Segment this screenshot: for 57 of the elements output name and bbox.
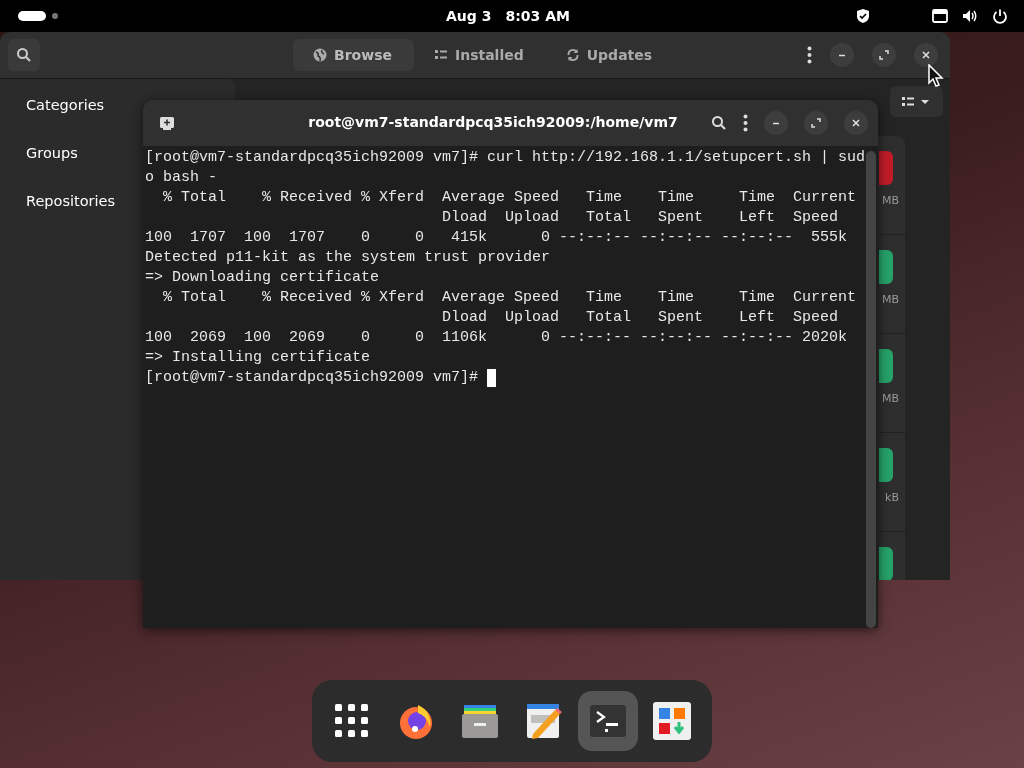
app-action-button[interactable] [879,250,893,284]
app-action-button[interactable] [879,547,893,580]
scrollbar[interactable] [866,151,876,628]
search-icon [711,115,727,131]
menu-icon[interactable] [807,46,812,64]
search-button[interactable] [8,39,40,71]
app-store-icon [652,701,692,741]
view-toggle-button[interactable] [890,86,943,117]
terminal-line: => Downloading certificate [145,268,380,288]
close-button[interactable] [844,111,868,135]
app-action-button[interactable] [879,448,893,482]
date: Aug 3 [446,8,492,24]
time: 8:03 AM [505,8,570,24]
terminal-line: Detected p11-kit as the system trust provider [145,248,551,268]
app-action-button[interactable] [879,349,893,383]
volume-icon[interactable] [962,8,978,24]
refresh-icon [565,48,580,62]
sidebar-item[interactable]: Categories [26,91,105,119]
minimize-icon [838,53,846,57]
terminal-line: % Total % Received % Xferd Average Speed Time Time Time Current [162,288,857,308]
app-size: MB [881,194,899,207]
dock-item[interactable] [578,691,638,751]
window-title: root@vm7-standardpcq35ich92009:/home/vm7 [308,114,678,130]
menu-icon[interactable] [743,114,748,132]
terminal-line: Dload Upload Total Spent Left Speed [441,208,839,228]
workspace-indicator[interactable] [18,11,46,21]
shield-icon[interactable] [856,8,870,24]
pencil-notepad-icon [524,701,564,741]
terminal-line: 100 2069 100 2069 0 0 1106k 0 --:--:-- --:--:-- --:--:-- 2020k [145,328,848,348]
terminal-line: Dload Upload Total Spent Left Speed [441,308,839,328]
tab[interactable]: Updates [545,39,675,71]
app-size: MB [881,392,899,405]
power-icon[interactable] [992,8,1008,24]
new-tab-icon [158,114,176,132]
close-button[interactable] [914,43,938,67]
terminal-line: o bash - [145,168,217,188]
tab[interactable]: Installed [413,39,546,71]
sidebar-item[interactable]: Repositories [26,187,116,215]
search-icon [16,47,32,63]
search-button[interactable] [711,115,727,131]
globe-icon [313,48,327,62]
terminal-line: 100 1707 100 1707 0 0 415k 0 --:--:-- --:--:-- --:--:-- 555k [145,228,848,248]
minimize-icon [772,121,780,125]
tab[interactable]: Browse [293,39,414,71]
list-view-icon [901,95,932,108]
text-cursor [487,369,497,387]
terminal-line: [root@vm7-standardpcq35ich92009 vm7]# [145,368,480,388]
network-icon[interactable] [932,8,948,24]
maximize-button[interactable] [804,111,828,135]
terminal-line: % Total % Received % Xferd Average Speed Time Time Time Current [162,188,857,208]
app-size: MB [881,293,899,306]
maximize-button[interactable] [872,43,896,67]
list-icon [433,48,448,62]
sidebar-item[interactable]: Groups [26,139,78,167]
app-size: kB [885,491,899,504]
terminal-line: [root@vm7-standardpcq35ich92009 vm7]# curl http://192.168.1.1/setupcert.sh | sud [145,148,866,168]
terminal-line: => Installing certificate [145,348,371,368]
